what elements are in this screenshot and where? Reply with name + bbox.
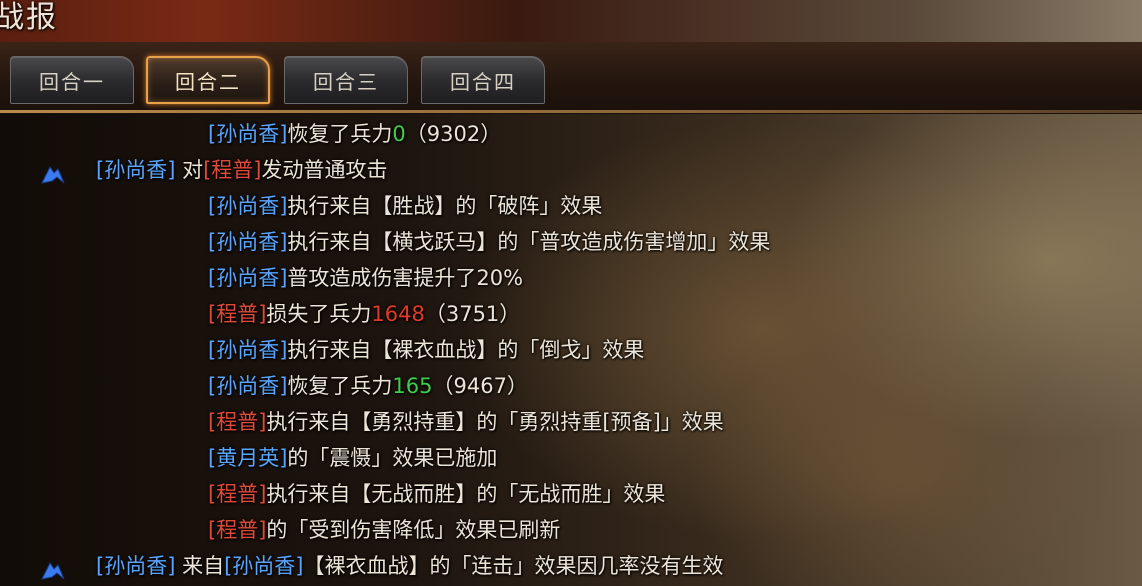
log-line: [孙尚香] 来自[孙尚香]【裸衣血战】的「连击」效果因几率没有生效 bbox=[96, 548, 723, 584]
battle-report-screen: 战报 回合一 回合二 回合三 回合四 [孙尚香]恢复了兵力0（9302） [孙尚… bbox=[0, 0, 1142, 586]
log-line: [程普]的「受到伤害降低」效果已刷新 bbox=[208, 512, 560, 548]
battle-log: [孙尚香]恢复了兵力0（9302） [孙尚香] 对[程普]发动普通攻击 [孙尚香… bbox=[0, 114, 1142, 586]
troop-total: （9467） bbox=[432, 374, 528, 398]
log-text: 恢复了兵力 bbox=[287, 374, 393, 398]
log-line: [程普]损失了兵力1648（3751） bbox=[208, 296, 520, 332]
log-text: 对 bbox=[175, 158, 204, 182]
general-name: [黄月英] bbox=[208, 446, 288, 470]
log-text: 普攻造成伤害提升了20% bbox=[287, 266, 524, 290]
enemy-name: [程普] bbox=[203, 158, 262, 182]
enemy-name: [程普] bbox=[208, 302, 267, 326]
general-name: [孙尚香] bbox=[208, 230, 288, 254]
log-text: 执行来自【胜战】的「破阵」效果 bbox=[287, 194, 603, 218]
log-text: 恢复了兵力 bbox=[287, 122, 393, 146]
log-line: [程普]执行来自【无战而胜】的「无战而胜」效果 bbox=[208, 476, 665, 512]
log-text: 执行来自【裸衣血战】的「倒戈」效果 bbox=[287, 338, 645, 362]
general-name: [孙尚香] bbox=[208, 374, 288, 398]
log-text: 的「震慑」效果已施加 bbox=[287, 446, 498, 470]
log-text: 来自 bbox=[175, 554, 225, 578]
log-line: [孙尚香] 对[程普]发动普通攻击 bbox=[96, 152, 387, 188]
general-name: [孙尚香] bbox=[96, 554, 176, 578]
enemy-name: [程普] bbox=[208, 482, 267, 506]
log-line: [黄月英]的「震慑」效果已施加 bbox=[208, 440, 497, 476]
log-line: [孙尚香]执行来自【横戈跃马】的「普攻造成伤害增加」效果 bbox=[208, 224, 770, 260]
general-name: [孙尚香] bbox=[208, 266, 288, 290]
damage-number: 1648 bbox=[371, 302, 425, 326]
tab-round-2[interactable]: 回合二 bbox=[146, 56, 270, 104]
log-text: 执行来自【无战而胜】的「无战而胜」效果 bbox=[266, 482, 666, 506]
log-line: [孙尚香]恢复了兵力165（9467） bbox=[208, 368, 528, 404]
heal-number: 165 bbox=[392, 374, 433, 398]
log-text: 的「受到伤害降低」效果已刷新 bbox=[266, 518, 561, 542]
log-text: 执行来自【勇烈持重】的「勇烈持重[预备]」效果 bbox=[266, 410, 724, 434]
general-name: [孙尚香] bbox=[224, 554, 304, 578]
tab-round-3[interactable]: 回合三 bbox=[284, 56, 408, 104]
log-line: [程普]执行来自【勇烈持重】的「勇烈持重[预备]」效果 bbox=[208, 404, 724, 440]
general-name: [孙尚香] bbox=[96, 158, 176, 182]
log-text: 【裸衣血战】的「连击」效果因几率没有生效 bbox=[303, 554, 724, 578]
tab-round-1[interactable]: 回合一 bbox=[10, 56, 134, 104]
blue-horse-icon bbox=[41, 562, 65, 580]
log-line: [孙尚香]普攻造成伤害提升了20% bbox=[208, 260, 523, 296]
log-line: [孙尚香]执行来自【胜战】的「破阵」效果 bbox=[208, 188, 602, 224]
window-title: 战报 bbox=[0, 0, 58, 35]
tab-round-4[interactable]: 回合四 bbox=[421, 56, 545, 104]
general-name: [孙尚香] bbox=[208, 194, 288, 218]
enemy-name: [程普] bbox=[208, 518, 267, 542]
log-line: [孙尚香]执行来自【裸衣血战】的「倒戈」效果 bbox=[208, 332, 644, 368]
heal-number: 0 bbox=[392, 122, 406, 146]
tab-bar-divider bbox=[0, 110, 1142, 113]
general-name: [孙尚香] bbox=[208, 122, 288, 146]
log-line: [孙尚香]恢复了兵力0（9302） bbox=[208, 116, 501, 152]
blue-horse-icon bbox=[41, 166, 65, 184]
troop-total: （3751） bbox=[424, 302, 521, 326]
title-bar: 战报 bbox=[0, 0, 1142, 44]
log-text: 执行来自【横戈跃马】的「普攻造成伤害增加」效果 bbox=[287, 230, 771, 254]
enemy-name: [程普] bbox=[208, 410, 267, 434]
troop-total: （9302） bbox=[405, 122, 502, 146]
general-name: [孙尚香] bbox=[208, 338, 288, 362]
log-text: 损失了兵力 bbox=[266, 302, 372, 326]
log-text: 发动普通攻击 bbox=[261, 158, 388, 182]
